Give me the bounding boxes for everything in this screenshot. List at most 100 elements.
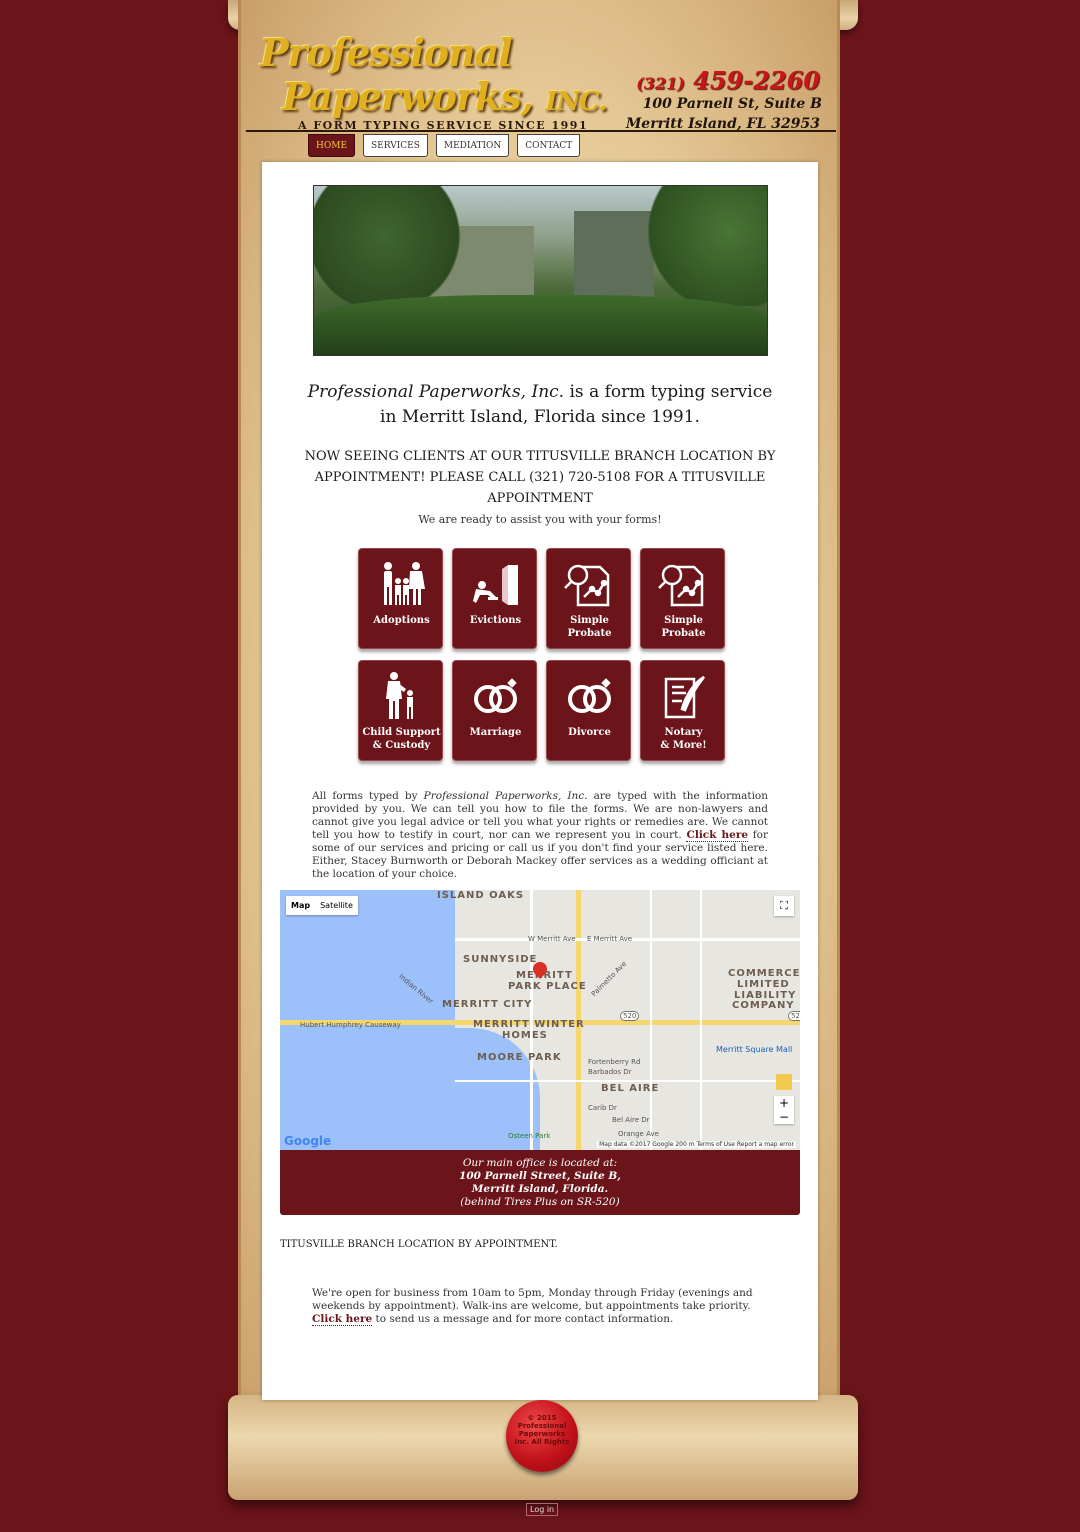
services-link[interactable]: Click here: [686, 829, 749, 842]
map-street-label: Carib Dr: [588, 1104, 617, 1112]
map-street-2: [455, 1080, 800, 1082]
phone-main: 459-2260: [693, 66, 820, 95]
intro-text: Professional Paperworks, Inc. is a form …: [262, 380, 818, 430]
tile-label: Marriage: [453, 726, 538, 739]
map-label: LIMITED: [737, 979, 790, 990]
logo-inc: INC.: [545, 87, 607, 117]
office-line3: Merritt Island, Florida.: [471, 1183, 609, 1195]
nav-home[interactable]: HOME: [308, 134, 356, 157]
disclaimer: All forms typed by Professional Paperwor…: [312, 790, 768, 881]
map-attribution[interactable]: Map data ©2017 Google 200 m Terms of Use…: [597, 1141, 796, 1148]
map-label: MERRITT WINTER: [473, 1019, 585, 1030]
intro-text2: in Merritt Island, Florida since 1991.: [380, 407, 700, 427]
tile-label-line1: Simple Probate: [661, 615, 706, 639]
intro-text1: is a form typing service: [564, 382, 773, 402]
map-water-2: [280, 1028, 540, 1150]
map-street-label: Orange Ave: [618, 1130, 659, 1138]
tree-shape: [314, 186, 464, 306]
eviction-icon: [453, 557, 538, 613]
map-label: COMMERCE: [728, 968, 800, 979]
route-shield-2: 520: [788, 1011, 800, 1021]
office-line4: (behind Tires Plus on SR-520): [460, 1196, 620, 1208]
tile-label: Simple Probate: [547, 614, 632, 640]
map-type-satellite[interactable]: Satellite: [315, 896, 358, 915]
main-nav: HOME SERVICES MEDIATION CONTACT: [308, 134, 581, 157]
office-line1: Our main office is located at:: [462, 1157, 618, 1169]
map-street-4: [650, 890, 652, 1150]
map-label: ISLAND OAKS: [437, 890, 525, 901]
tile-label-line1: Simple Probate: [567, 615, 612, 639]
business-hours: We're open for business from 10am to 5pm…: [312, 1287, 768, 1326]
route-shield: 520: [620, 1011, 640, 1021]
map-type-map[interactable]: Map: [286, 896, 315, 915]
disclaimer-p1: All forms typed by: [312, 790, 424, 802]
tile-evictions[interactable]: Evictions: [452, 548, 537, 649]
map-label: MERRITT CITY: [442, 999, 533, 1010]
map-label: COMPANY: [732, 1000, 795, 1011]
zoom-out-button[interactable]: −: [774, 1110, 794, 1124]
rings-icon: [453, 669, 538, 725]
zoom-control: + −: [774, 1096, 794, 1124]
tile-label-line1: Divorce: [568, 727, 611, 738]
tile-simple-probate-2[interactable]: Simple Probate: [640, 548, 725, 649]
phone-number[interactable]: (321) 459-2260: [636, 66, 820, 95]
map-label: MOORE PARK: [477, 1052, 562, 1063]
map-street-label: W Merritt Ave: [528, 935, 576, 943]
service-tiles: Adoptions Evictions Simple Probate Simpl…: [358, 548, 728, 761]
hero-photo: [313, 185, 768, 356]
seal-line4: Inc. All Rights: [514, 1438, 570, 1446]
family-icon: [359, 557, 444, 613]
tile-label: Simple Probate: [641, 614, 726, 640]
logo-text[interactable]: Professional: [260, 30, 513, 75]
login-link[interactable]: Log in: [526, 1503, 559, 1516]
nav-contact[interactable]: CONTACT: [517, 134, 581, 157]
map-street-label: Barbados Dr: [588, 1068, 632, 1076]
tile-label-line1: Adoptions: [373, 615, 430, 626]
intro-company: Professional Paperworks, Inc.: [307, 382, 565, 402]
tile-adoptions[interactable]: Adoptions: [358, 548, 443, 649]
map-label: HOMES: [502, 1030, 548, 1041]
nav-services[interactable]: SERVICES: [363, 134, 428, 157]
nav-mediation[interactable]: MEDIATION: [435, 134, 510, 157]
parent-child-icon: [359, 669, 444, 725]
map-label: BEL AIRE: [601, 1083, 660, 1094]
address-line1: 100 Parnell St, Suite B: [642, 96, 822, 112]
hours-p1: We're open for business from 10am to 5pm…: [312, 1287, 753, 1312]
map-street-5: [700, 890, 702, 1150]
tile-label: Notary & More!: [641, 726, 726, 752]
tile-notary[interactable]: Notary & More!: [640, 660, 725, 761]
tree-shape-2: [644, 186, 767, 306]
seal-line1: © 2015: [527, 1414, 557, 1422]
tile-label-line1: Child Support: [362, 727, 441, 738]
wax-seal: © 2015 Professional Paperworks Inc. All …: [506, 1400, 578, 1472]
zoom-in-button[interactable]: +: [774, 1096, 794, 1110]
tile-label-line2: & More!: [660, 740, 707, 751]
magnifier-document-icon: [547, 557, 632, 613]
fullscreen-icon[interactable]: ⛶: [774, 896, 794, 916]
tile-simple-probate[interactable]: Simple Probate: [546, 548, 631, 649]
map-street-label: Merritt Square Mall: [716, 1045, 793, 1054]
hours-p2: to send us a message and for more contac…: [372, 1313, 674, 1325]
shrub-shape: [314, 295, 767, 355]
map-street-label: E Merritt Ave: [587, 935, 633, 943]
office-location-box: Our main office is located at: 100 Parne…: [280, 1150, 800, 1215]
tile-divorce[interactable]: Divorce: [546, 660, 631, 761]
ready-text: We are ready to assist you with your for…: [418, 513, 662, 526]
content-panel: Professional Paperworks, Inc. is a form …: [262, 162, 818, 1400]
disclaimer-company: Professional Paperworks, Inc.: [423, 790, 588, 802]
logo-text-2[interactable]: Paperworks, INC.: [282, 74, 607, 119]
tile-marriage[interactable]: Marriage: [452, 660, 537, 761]
magnifier-document-icon: [641, 557, 726, 613]
tile-child-support[interactable]: Child Support & Custody: [358, 660, 443, 761]
pegman-icon[interactable]: [776, 1074, 792, 1090]
office-line2: 100 Parnell Street, Suite B,: [459, 1170, 621, 1182]
tile-label: Evictions: [453, 614, 538, 627]
tile-label-line2: & Custody: [372, 740, 431, 751]
map-street-label: Palmetto Ave: [589, 959, 629, 999]
logo-word: Paperworks,: [282, 74, 534, 119]
map-type-control: Map Satellite: [286, 896, 358, 915]
contact-link[interactable]: Click here: [312, 1313, 373, 1326]
tile-label: Adoptions: [359, 614, 444, 627]
google-map[interactable]: ISLAND OAKS SUNNYSIDE MERRITT PARK PLACE…: [280, 890, 800, 1150]
rings-icon: [547, 669, 632, 725]
